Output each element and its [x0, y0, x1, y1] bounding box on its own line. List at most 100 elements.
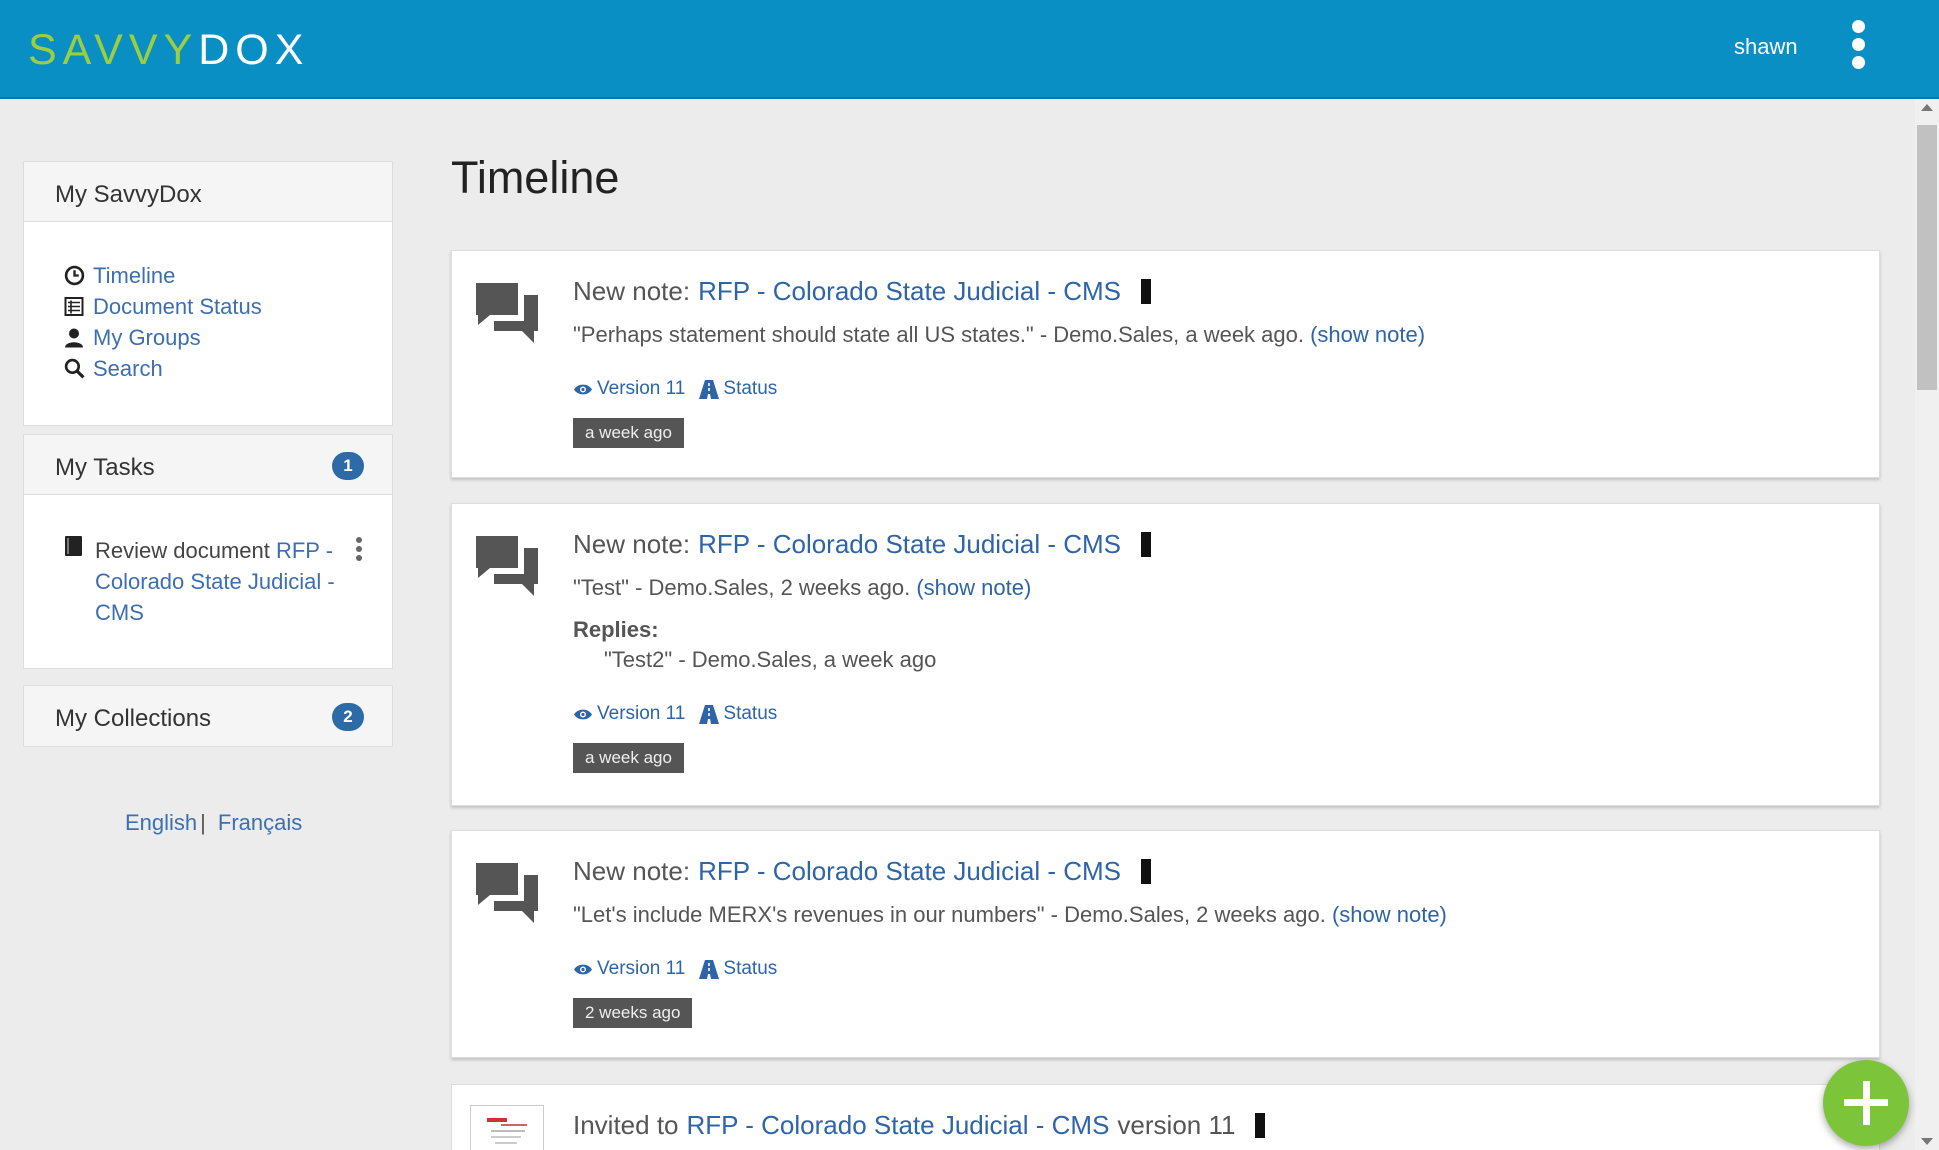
sidebar-item-document-status[interactable]: Document Status: [63, 291, 392, 322]
savvydox-logo[interactable]: SAVVYDOX: [28, 26, 309, 75]
card-links: Version 11 Status: [573, 958, 1849, 980]
sidebar-item-label: Document Status: [93, 293, 262, 319]
scroll-down-arrow-icon[interactable]: [1921, 1138, 1933, 1145]
timeline-card: New note: RFP - Colorado State Judicial …: [451, 830, 1880, 1058]
time-badge: 2 weeks ago: [573, 998, 693, 1028]
document-link[interactable]: RFP - Colorado State Judicial - CMS: [698, 856, 1121, 887]
time-badge: a week ago: [573, 743, 684, 773]
version-suffix: version 11: [1117, 1109, 1236, 1140]
status-link[interactable]: Status: [699, 378, 777, 400]
timeline-card: New note: RFP - Colorado State Judicial …: [451, 250, 1880, 478]
card-title-prefix: Invited to: [573, 1109, 679, 1140]
note-text: "Let's include MERX's revenues in our nu…: [573, 902, 1849, 928]
note-text: "Test" - Demo.Sales, 2 weeks ago. (show …: [573, 575, 1849, 601]
status-label: Status: [723, 958, 778, 979]
tasks-count-badge: 1: [332, 452, 364, 480]
version-link[interactable]: Version 11: [573, 958, 685, 980]
note-text: "Perhaps statement should state all US s…: [573, 322, 1849, 348]
top-bar: SAVVYDOX shawn: [0, 0, 1939, 99]
show-note-link[interactable]: (show note): [916, 575, 1031, 600]
logo-part-savvy: SAVVY: [28, 26, 199, 74]
kebab-vertical-icon[interactable]: [1843, 18, 1873, 74]
replies-label: Replies:: [573, 617, 659, 642]
document-link[interactable]: RFP - Colorado State Judicial - CMS: [698, 529, 1121, 560]
add-button[interactable]: [1823, 1060, 1909, 1146]
time-badge: a week ago: [573, 418, 684, 448]
document-marker: [1140, 278, 1151, 304]
status-link[interactable]: Status: [699, 958, 777, 980]
scrollbar-thumb[interactable]: [1917, 125, 1937, 390]
chat-icon: [476, 863, 538, 923]
card-title-prefix: New note:: [573, 275, 691, 306]
document-link[interactable]: RFP - Colorado State Judicial - CMS: [687, 1110, 1110, 1141]
card-title-prefix: New note:: [573, 855, 691, 886]
version-label: Version 11: [597, 958, 686, 979]
card-links: Version 11 Status: [573, 378, 1849, 400]
panel-header[interactable]: My Tasks 1: [24, 435, 392, 495]
username[interactable]: shawn: [1734, 34, 1798, 60]
sidebar-item-label: Search: [93, 355, 163, 381]
task-prefix: Review document: [95, 538, 276, 563]
collections-count-badge: 2: [332, 703, 364, 731]
reply-text: "Test2" - Demo.Sales, a week ago: [604, 647, 937, 672]
chat-icon: [476, 536, 538, 596]
lang-english-link[interactable]: English: [125, 810, 197, 835]
version-label: Version 11: [597, 378, 686, 399]
road-icon: [699, 379, 720, 399]
task-item: Review document RFP - Colorado State Jud…: [24, 495, 392, 668]
document-marker: [1140, 531, 1151, 557]
card-body: New note: RFP - Colorado State Judicial …: [573, 853, 1849, 1028]
road-icon: [699, 959, 720, 979]
document-thumbnail[interactable]: [470, 1105, 544, 1150]
document-link[interactable]: RFP - Colorado State Judicial - CMS: [698, 276, 1121, 307]
card-title-prefix: New note:: [573, 528, 691, 559]
card-body: Invited to RFP - Colorado State Judicial…: [573, 1107, 1849, 1143]
scroll-up-arrow-icon[interactable]: [1921, 104, 1933, 111]
show-note-link[interactable]: (show note): [1332, 902, 1447, 927]
chat-icon: [476, 283, 538, 343]
eye-icon: [574, 709, 592, 719]
panel-header: My Collections 2: [24, 686, 392, 746]
version-label: Version 11: [597, 703, 686, 724]
panel-title: My SavvyDox: [55, 181, 202, 208]
panel-header: My SavvyDox: [24, 162, 392, 222]
sidebar-item-search[interactable]: Search: [63, 353, 392, 384]
version-link[interactable]: Version 11: [573, 378, 685, 400]
card-title: Invited to RFP - Colorado State Judicial…: [573, 1107, 1849, 1143]
card-title: New note: RFP - Colorado State Judicial …: [573, 853, 1849, 889]
my-collections-panel[interactable]: My Collections 2: [23, 685, 393, 747]
document-marker: [1140, 858, 1151, 884]
document-marker: [1255, 1112, 1266, 1138]
road-icon: [699, 704, 720, 724]
book-icon: [65, 536, 82, 556]
language-switcher: English | Français: [125, 810, 302, 836]
lang-french-link[interactable]: Français: [218, 810, 302, 835]
card-body: New note: RFP - Colorado State Judicial …: [573, 526, 1849, 773]
search-icon: [63, 358, 85, 380]
my-savvydox-panel: My SavvyDox Timeline Document Status My …: [23, 161, 393, 426]
sidebar-item-label: Timeline: [93, 262, 176, 288]
panel-title: My Tasks: [55, 454, 155, 481]
sidebar-item-label: My Groups: [93, 324, 201, 350]
task-menu-icon[interactable]: [353, 537, 365, 567]
sidebar-menu: Timeline Document Status My Groups Searc…: [24, 222, 392, 384]
list-icon: [63, 296, 85, 318]
status-link[interactable]: Status: [699, 703, 777, 725]
show-note-link[interactable]: (show note): [1310, 322, 1425, 347]
clock-icon: [63, 265, 85, 287]
card-links: Version 11 Status: [573, 703, 1849, 725]
status-label: Status: [723, 703, 778, 724]
version-link[interactable]: Version 11: [573, 703, 685, 725]
user-icon: [63, 327, 85, 349]
timeline-card: Invited to RFP - Colorado State Judicial…: [451, 1084, 1880, 1150]
eye-icon: [574, 384, 592, 394]
status-label: Status: [723, 378, 778, 399]
timeline-card: New note: RFP - Colorado State Judicial …: [451, 503, 1880, 806]
my-tasks-panel: My Tasks 1 Review document RFP - Colorad…: [23, 434, 393, 669]
note-quote: "Test" - Demo.Sales, 2 weeks ago.: [573, 575, 911, 600]
sidebar-item-timeline[interactable]: Timeline: [63, 260, 392, 291]
sidebar-item-my-groups[interactable]: My Groups: [63, 322, 392, 353]
task-text: Review document RFP - Colorado State Jud…: [95, 535, 345, 628]
panel-title: My Collections: [55, 705, 212, 732]
card-title: New note: RFP - Colorado State Judicial …: [573, 273, 1849, 309]
